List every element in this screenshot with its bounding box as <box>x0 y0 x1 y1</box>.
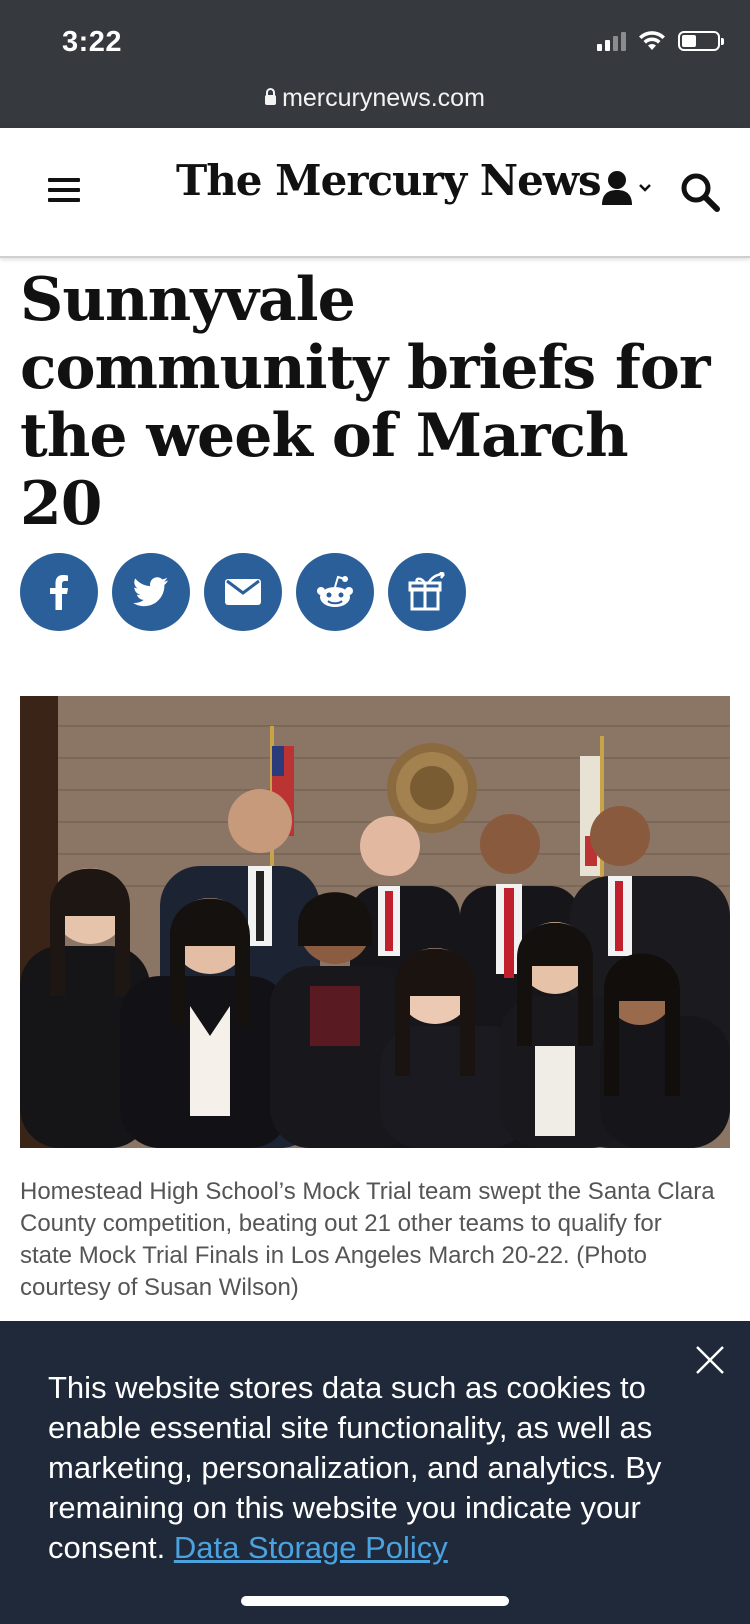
email-icon <box>225 579 261 605</box>
facebook-icon <box>50 575 68 610</box>
wifi-icon <box>639 31 665 50</box>
user-icon <box>602 171 632 205</box>
gift-icon <box>408 572 445 611</box>
twitter-share-button[interactable] <box>112 553 190 631</box>
browser-chrome: 3:22 mercurynews.com <box>0 0 750 128</box>
reddit-share-button[interactable] <box>296 553 374 631</box>
lock-icon <box>265 88 277 105</box>
site-logo[interactable]: The Mercury News <box>176 156 602 205</box>
address-bar[interactable]: mercurynews.com <box>0 84 750 113</box>
cookie-message: This website stores data such as cookies… <box>48 1368 728 1568</box>
reddit-icon <box>317 575 353 607</box>
facebook-share-button[interactable] <box>20 553 98 631</box>
status-time: 3:22 <box>62 26 123 58</box>
email-share-button[interactable] <box>204 553 282 631</box>
data-storage-policy-link[interactable]: Data Storage Policy <box>174 1530 448 1565</box>
home-indicator[interactable] <box>241 1596 509 1606</box>
twitter-icon <box>133 577 168 607</box>
share-buttons <box>20 553 466 631</box>
photo-caption: Homestead High School’s Mock Trial team … <box>20 1178 715 1301</box>
article-photo <box>20 696 730 1148</box>
site-header: The Mercury News <box>0 128 750 258</box>
team-photo-illustration <box>20 696 730 1148</box>
gift-share-button[interactable] <box>388 553 466 631</box>
user-menu-button[interactable] <box>600 170 652 206</box>
chevron-down-icon <box>639 184 651 192</box>
menu-icon[interactable] <box>48 178 80 202</box>
search-icon[interactable] <box>680 172 720 212</box>
status-icons <box>597 30 724 52</box>
article-headline: Sunnyvale community briefs for the week … <box>20 265 710 539</box>
signal-icon <box>597 31 626 51</box>
url-text: mercurynews.com <box>282 84 485 112</box>
battery-icon <box>678 31 724 51</box>
